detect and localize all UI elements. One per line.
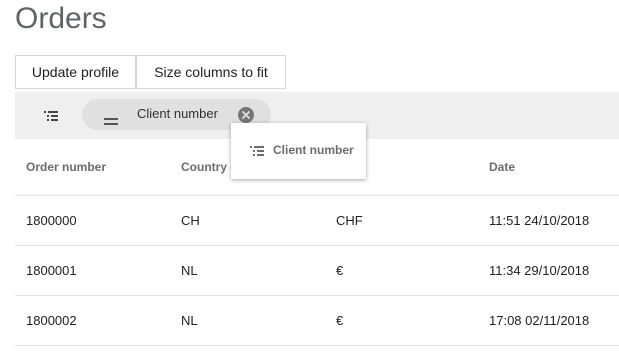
drag-handle-icon[interactable] [104, 113, 118, 125]
cell-currency: € [336, 313, 344, 328]
table-row[interactable]: 1800001 NL € 11:34 29/10/2018 [15, 246, 619, 296]
cell-date: 17:08 02/11/2018 [489, 313, 590, 328]
cell-currency: CHF [336, 213, 363, 228]
table-row[interactable]: 1800002 NL € 17:08 02/11/2018 [15, 296, 619, 346]
page-title: Orders [15, 2, 107, 35]
table-row[interactable]: 1800000 CH CHF 11:51 24/10/2018 [15, 196, 619, 246]
column-header-date[interactable]: Date [489, 139, 619, 195]
cell-country: CH [181, 213, 200, 228]
cell-date: 11:34 29/10/2018 [489, 263, 590, 278]
update-profile-button[interactable]: Update profile [15, 55, 136, 89]
group-rows-icon [43, 108, 59, 124]
drag-ghost-client-number[interactable]: Client number [231, 123, 366, 179]
group-chip-label: Client number [137, 106, 218, 121]
cell-order-number: 1800001 [26, 263, 77, 278]
group-rows-icon [250, 144, 264, 158]
drag-ghost-label: Client number [273, 143, 354, 157]
cell-order-number: 1800002 [26, 313, 77, 328]
cell-date: 11:51 24/10/2018 [489, 213, 590, 228]
cell-country: NL [181, 313, 198, 328]
close-circle-icon[interactable] [238, 107, 254, 123]
toolbar: Update profile Size columns to fit [15, 55, 286, 89]
size-columns-to-fit-button[interactable]: Size columns to fit [136, 55, 286, 89]
orders-page: Orders Update profile Size columns to fi… [0, 0, 619, 361]
cell-country: NL [181, 263, 198, 278]
cell-order-number: 1800000 [26, 213, 77, 228]
column-header-order-number[interactable]: Order number [26, 139, 176, 195]
cell-currency: € [336, 263, 344, 278]
